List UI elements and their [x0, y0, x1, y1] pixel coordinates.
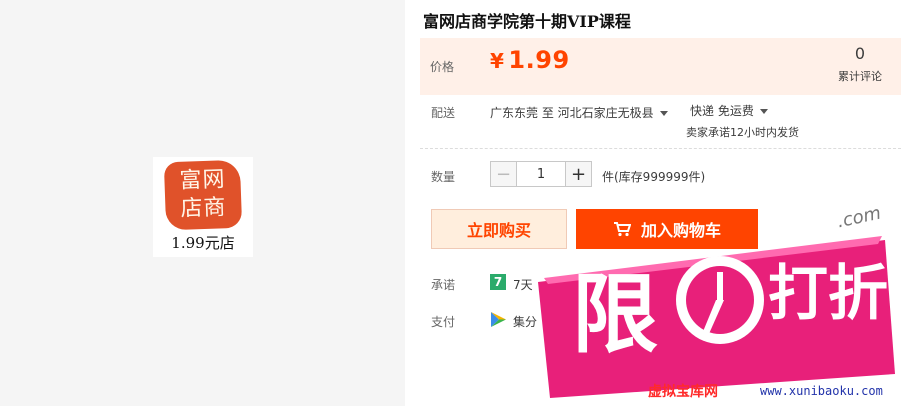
shipping-route-text: 广东东莞 至 河北石家庄无极县 [490, 106, 654, 120]
increase-button[interactable]: + [565, 161, 592, 187]
divider [420, 148, 901, 149]
product-image-panel: 富网 店商 1.99元店 [0, 0, 405, 406]
seven-day-badge-icon: 7 [490, 274, 506, 290]
site-url[interactable]: www.xunibaoku.com [760, 384, 883, 398]
shipping-method-text: 快递 免运费 [690, 104, 754, 118]
shipping-label: 配送 [431, 106, 456, 120]
clock-icon [676, 256, 764, 344]
shipping-promise: 卖家承诺12小时内发货 [686, 126, 799, 139]
promise-label: 承诺 [431, 278, 456, 292]
price-label: 价格 [430, 60, 455, 74]
shipping-route-select[interactable]: 广东东莞 至 河北石家庄无极县 [490, 104, 668, 121]
price-value: ¥1.99 [490, 46, 570, 74]
promo-chars-dazhe: 打折 [768, 259, 888, 329]
logo-seal-text: 富网 店商 [179, 167, 227, 222]
promo-char-xian: 限 [572, 265, 658, 365]
chevron-down-icon [759, 109, 768, 114]
stock-text: 件(库存999999件) [602, 170, 706, 184]
logo-seal: 富网 店商 [163, 159, 243, 231]
price-amount: 1.99 [508, 46, 570, 74]
payment-label: 支付 [431, 315, 456, 329]
currency-symbol: ¥ [490, 49, 505, 73]
quantity-input[interactable] [517, 161, 565, 187]
shipping-method-select[interactable]: 快递 免运费 [690, 102, 768, 119]
decrease-button[interactable]: − [490, 161, 517, 187]
quantity-label: 数量 [431, 170, 456, 184]
discount-banner: 限 打折 [538, 236, 895, 398]
chevron-down-icon [659, 111, 668, 116]
review-count[interactable]: 0 [836, 44, 884, 63]
shop-logo: 富网 店商 1.99元店 [153, 157, 253, 257]
jifenbao-icon [491, 312, 506, 327]
review-label[interactable]: 累计评论 [826, 68, 894, 84]
price-bar: 价格 ¥1.99 0 累计评论 [420, 38, 901, 95]
product-title: 富网店商学院第十期VIP课程 [423, 12, 631, 31]
logo-caption: 1.99元店 [171, 234, 235, 252]
site-name: 虚拟宝库网 [648, 384, 718, 400]
quantity-stepper: − + [490, 161, 592, 187]
